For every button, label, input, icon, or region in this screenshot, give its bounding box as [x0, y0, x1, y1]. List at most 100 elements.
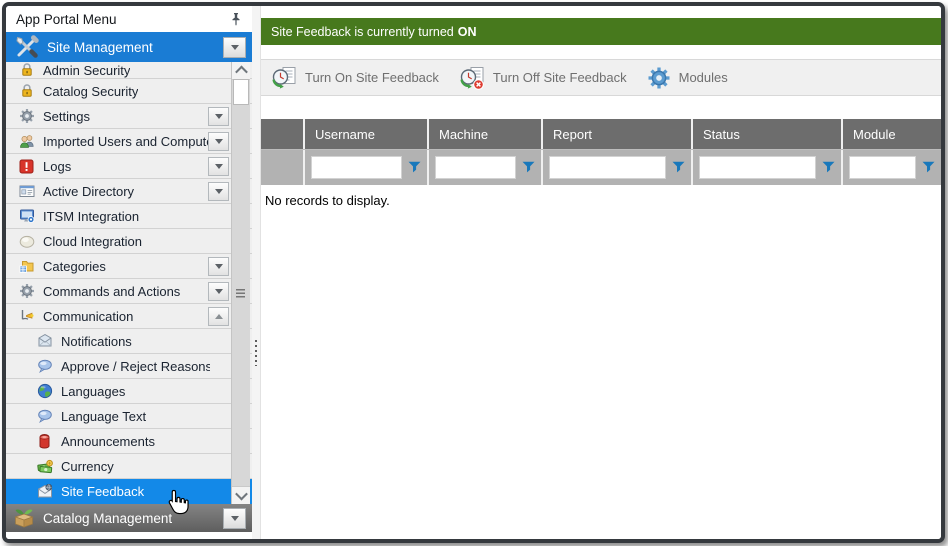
sidebar-item-site-feedback[interactable]: Site Feedback	[6, 479, 252, 504]
grid-filter-cell	[691, 150, 841, 185]
sidebar-group-label: Site Management	[47, 40, 153, 55]
scrollbar-grip-icon	[236, 289, 245, 298]
sidebar-item-admin-security[interactable]: Admin Security	[6, 62, 252, 79]
scrollbar-thumb[interactable]	[233, 79, 249, 105]
sidebar-item-label: Logs	[43, 159, 71, 174]
sidebar-item-language-text[interactable]: Language Text	[6, 404, 252, 429]
grid-filter-cell	[541, 150, 691, 185]
toolbar-button-label: Turn Off Site Feedback	[493, 70, 627, 85]
grid-header-gutter	[261, 119, 303, 149]
envelope-icon	[36, 333, 53, 350]
sidebar-item-logs[interactable]: Logs	[6, 154, 252, 179]
chevron-up-button[interactable]	[208, 307, 229, 326]
cloud-icon	[18, 233, 35, 250]
sidebar-item-announcements[interactable]: Announcements	[6, 429, 252, 454]
screen: App Portal Menu Site Management	[0, 0, 948, 546]
app-portal-window: App Portal Menu Site Management	[2, 2, 945, 543]
sidebar-item-languages[interactable]: Languages	[6, 379, 252, 404]
splitter-grip-icon	[255, 340, 257, 366]
sidebar-footer-label: Catalog Management	[43, 511, 172, 526]
mail-feedback-icon	[36, 483, 53, 500]
module-filter-input[interactable]	[849, 156, 916, 179]
sidebar-item-communication[interactable]: Communication	[6, 304, 252, 329]
lock-icon	[18, 83, 35, 100]
grid-empty-text: No records to display.	[261, 185, 941, 208]
tools-icon	[14, 39, 40, 56]
grid-filter-cell	[427, 150, 541, 185]
grid-header-module[interactable]: Module	[841, 119, 941, 149]
machine-filter-input[interactable]	[435, 156, 516, 179]
sidebar-item-itsm-integration[interactable]: ITSM Integration	[6, 204, 252, 229]
sidebar-item-label: Approve / Reject Reasons	[61, 359, 210, 374]
sidebar-item-label: Languages	[61, 384, 125, 399]
modules-button[interactable]: Modules	[647, 66, 728, 90]
chevron-down-button[interactable]	[208, 132, 229, 151]
sidebar-item-label: Categories	[43, 259, 106, 274]
toolbar-button-label: Modules	[679, 70, 728, 85]
sidebar-item-label: Currency	[61, 459, 114, 474]
sidebar-list: Admin Security Catalog Security Settings	[6, 62, 252, 504]
chevron-down-button[interactable]	[208, 182, 229, 201]
filter-icon[interactable]	[672, 161, 685, 174]
turn-off-site-feedback-button[interactable]: Turn Off Site Feedback	[459, 66, 627, 90]
sidebar-item-categories[interactable]: Categories	[6, 254, 252, 279]
toolbar-button-label: Turn On Site Feedback	[305, 70, 439, 85]
announcement-icon	[36, 433, 53, 450]
contact-card-icon	[18, 183, 35, 200]
status-filter-input[interactable]	[699, 156, 816, 179]
report-filter-input[interactable]	[549, 156, 666, 179]
grid-filter-row	[261, 149, 941, 185]
sidebar-header: App Portal Menu	[6, 6, 252, 32]
globe-icon	[36, 383, 53, 400]
chevron-down-button[interactable]	[208, 282, 229, 301]
sidebar-item-label: Cloud Integration	[43, 234, 142, 249]
monitor-icon	[18, 208, 35, 225]
speech-bubble-icon	[36, 358, 53, 375]
sidebar-title: App Portal Menu	[16, 12, 227, 27]
chevron-down-button[interactable]	[208, 257, 229, 276]
grid-header-machine[interactable]: Machine	[427, 119, 541, 149]
gear-icon	[18, 108, 35, 125]
grid-header-report[interactable]: Report	[541, 119, 691, 149]
clock-on-icon	[271, 66, 297, 90]
filter-icon[interactable]	[522, 161, 535, 174]
grid-filter-cell	[841, 150, 941, 185]
sidebar-group-catalog-management[interactable]: Catalog Management	[6, 504, 252, 532]
sidebar-item-label: Catalog Security	[43, 84, 138, 99]
folder-icon	[18, 258, 35, 275]
sidebar-item-notifications[interactable]: Notifications	[6, 329, 252, 354]
turn-on-site-feedback-button[interactable]: Turn On Site Feedback	[271, 66, 439, 90]
sidebar-item-label: Active Directory	[43, 184, 134, 199]
currency-icon	[36, 458, 53, 475]
status-banner: Site Feedback is currently turned ON	[261, 18, 941, 45]
sidebar-scrollbar[interactable]	[231, 62, 250, 504]
chevron-down-button[interactable]	[208, 107, 229, 126]
chevron-down-button[interactable]	[223, 508, 246, 529]
grid-header-username[interactable]: Username	[303, 119, 427, 149]
sidebar-item-active-directory[interactable]: Active Directory	[6, 179, 252, 204]
scrollbar-down-button[interactable]	[232, 486, 250, 504]
sidebar-item-label: Admin Security	[43, 63, 130, 78]
chevron-down-button[interactable]	[223, 37, 246, 58]
panel-splitter[interactable]	[252, 6, 261, 539]
modules-gear-icon	[647, 66, 671, 90]
username-filter-input[interactable]	[311, 156, 402, 179]
scrollbar-up-button[interactable]	[232, 62, 250, 80]
filter-icon[interactable]	[822, 161, 835, 174]
sidebar-item-catalog-security[interactable]: Catalog Security	[6, 79, 252, 104]
filter-icon[interactable]	[922, 161, 935, 174]
sidebar-item-cloud-integration[interactable]: Cloud Integration	[6, 229, 252, 254]
sidebar-group-site-management[interactable]: Site Management	[6, 32, 252, 62]
grid-filter-cell	[303, 150, 427, 185]
filter-icon[interactable]	[408, 161, 421, 174]
sidebar-item-currency[interactable]: Currency	[6, 454, 252, 479]
grid-header-status[interactable]: Status	[691, 119, 841, 149]
sidebar-item-imported-users-and-computers[interactable]: Imported Users and Computers	[6, 129, 252, 154]
chevron-down-button[interactable]	[208, 157, 229, 176]
sidebar-item-settings[interactable]: Settings	[6, 104, 252, 129]
sidebar-item-approve-reject-reasons[interactable]: Approve / Reject Reasons	[6, 354, 252, 379]
sidebar-item-commands-and-actions[interactable]: Commands and Actions	[6, 279, 252, 304]
sidebar-item-label: Language Text	[61, 409, 146, 424]
pin-icon[interactable]	[227, 11, 244, 28]
main-content: Site Feedback is currently turned ON Tur…	[261, 6, 941, 539]
